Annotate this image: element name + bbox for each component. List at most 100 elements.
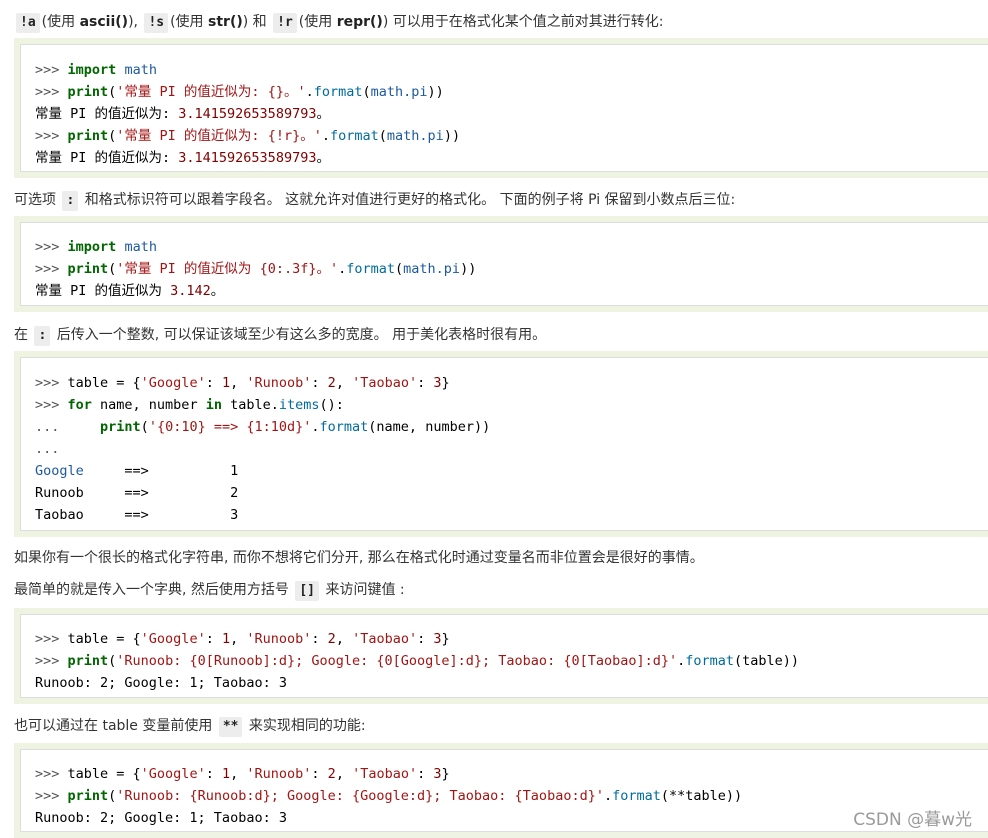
number-literal: 1 [221, 631, 231, 647]
code-text: table. [221, 397, 279, 413]
prompt: ... [35, 419, 101, 435]
code-text: , [335, 631, 353, 647]
code-text: } [441, 766, 450, 782]
output-name: Taobao [35, 507, 84, 523]
method-name: format [685, 653, 735, 669]
prompt: ... [35, 441, 60, 457]
output-text: Runoob: 2; Google: 1; Taobao: 3 [35, 675, 287, 691]
output-number: 3.141592653589793 [178, 106, 317, 122]
output-arrow: ==> [83, 485, 231, 501]
code-line: >>> table = {'Google': 1, 'Runoob': 2, '… [35, 628, 450, 650]
inline-code-a: !a [16, 13, 40, 33]
code-line: >>> print('常量 PI 的值近似为: {!r}。'.format(ma… [35, 125, 460, 147]
dot: . [321, 128, 330, 144]
paragraph-format-spec: 可选项 : 和格式标识符可以跟着字段名。 这就允许对值进行更好的格式化。 下面的… [14, 188, 735, 212]
keyword: print [67, 653, 109, 669]
output-end: 。 [316, 150, 330, 166]
text: 和格式标识符可以跟着字段名。 这就允许对值进行更好的格式化。 下面的例子将 Pi… [80, 192, 736, 208]
code-text: : [417, 375, 434, 391]
code-block-1-inner: >>> import math >>> print ('常量 PI 的值近似为: … [20, 44, 988, 172]
output-arrow: ==> [83, 507, 231, 523]
string-literal: '常量 PI 的值近似为: {}。' [116, 84, 306, 100]
dot: . [338, 261, 347, 277]
output-line: Taobao ==> 3 [35, 504, 238, 526]
arguments: (name, number)) [368, 419, 491, 435]
inline-code-s: !s [144, 13, 169, 33]
output-end: 。 [316, 106, 330, 122]
string-literal: 'Google' [140, 766, 206, 782]
output-text: 常量 PI 的值近似为 [35, 283, 171, 299]
text: 可选项 [14, 192, 61, 208]
number-literal: 2 [327, 766, 336, 782]
prompt: >>> [35, 653, 68, 669]
number-literal: 1 [221, 375, 231, 391]
code-text: } [441, 631, 450, 647]
prompt: >>> [35, 261, 68, 277]
keyword: print [67, 84, 109, 100]
code-block-5-inner: >>> table = {'Google': 1, 'Runoob': 2, '… [20, 749, 988, 832]
method-name: format [346, 261, 396, 277]
keyword: for [67, 397, 92, 413]
output-line: Runoob ==> 2 [35, 482, 238, 504]
code-line: >>> print('Runoob: {Runoob:d}; Google: {… [35, 785, 742, 807]
code-line: >>> table = {'Google': 1, 'Runoob': 2, '… [35, 372, 450, 394]
code-text: table = { [67, 766, 141, 782]
text: ) 和 [242, 14, 272, 30]
string-literal: 'Google' [140, 375, 206, 391]
code-text: , [335, 766, 353, 782]
arguments: (table)) [734, 653, 800, 669]
code-text: : [417, 766, 434, 782]
text: 在 [14, 327, 33, 343]
output-end: 。 [210, 283, 225, 299]
paren: )) [460, 261, 477, 277]
keyword: in [205, 397, 222, 413]
code-text: , [335, 375, 353, 391]
module-name: math [124, 62, 157, 78]
output-text: 常量 PI 的值近似为: [35, 106, 179, 122]
text: 最简单的就是传入一个字典, 然后使用方括号 [14, 582, 294, 598]
string-literal: 'Runoob: {Runoob:d}; Google: {Google:d};… [116, 788, 604, 804]
code-block-2: >>> import math >>> print ('常量 PI 的值近似为 {… [14, 216, 988, 312]
arguments: (**table)) [660, 788, 743, 804]
code-line: >>> print('Runoob: {0[Runoob]:d}; Google… [35, 650, 799, 672]
code-text: , [230, 375, 247, 391]
keyword: print [67, 128, 109, 144]
code-text: table = { [67, 375, 141, 391]
bold-str: str() [208, 14, 243, 30]
code-text: : [205, 766, 222, 782]
output-line: Runoob: 2; Google: 1; Taobao: 3 [35, 807, 287, 829]
output-number: 1 [230, 463, 239, 479]
code-text: , [230, 631, 247, 647]
code-block-5: >>> table = {'Google': 1, 'Runoob': 2, '… [14, 743, 988, 838]
paren: ( [378, 128, 387, 144]
prompt: >>> [35, 766, 68, 782]
output-name: Runoob [35, 485, 84, 501]
code-line: >>> import math [35, 59, 157, 81]
keyword: print [67, 788, 109, 804]
code-text: , [230, 766, 247, 782]
code-text: : [311, 766, 328, 782]
string-literal: 'Runoob: {0[Runoob]:d}; Google: {0[Googl… [116, 653, 678, 669]
paragraph-conversion-flags: !a (使用 ascii()), !s (使用 str()) 和 !r (使用 rep… [14, 10, 663, 34]
text: ) 可以用于在格式化某个值之前对其进行转化: [382, 14, 664, 30]
code-text: (): [319, 397, 344, 413]
prompt: >>> [35, 631, 68, 647]
bold-ascii: ascii() [79, 14, 129, 30]
argument: math.pi [386, 128, 444, 144]
code-block-3: >>> table = {'Google': 1, 'Runoob': 2, '… [14, 351, 988, 537]
method-name: format [313, 84, 363, 100]
number-literal: 3 [433, 766, 442, 782]
output-number: 2 [230, 485, 239, 501]
string-literal: 'Runoob' [246, 631, 312, 647]
output-number: 3 [230, 507, 239, 523]
code-text: : [205, 631, 222, 647]
paragraph-field-width: 在 : 后传入一个整数, 可以保证该域至少有这么多的宽度。 用于美化表格时很有用… [14, 323, 546, 347]
method-name: format [612, 788, 661, 804]
text: 后传入一个整数, 可以保证该域至少有这么多的宽度。 用于美化表格时很有用。 [52, 327, 547, 343]
output-line: Google ==> 1 [35, 460, 238, 482]
method-name: format [319, 419, 369, 435]
keyword: print [100, 419, 141, 435]
code-line: >>> print('常量 PI 的值近似为 {0:.3f}。'.format(… [35, 258, 476, 280]
text: 也可以通过在 table 变量前使用 [14, 718, 217, 734]
number-literal: 2 [327, 631, 336, 647]
